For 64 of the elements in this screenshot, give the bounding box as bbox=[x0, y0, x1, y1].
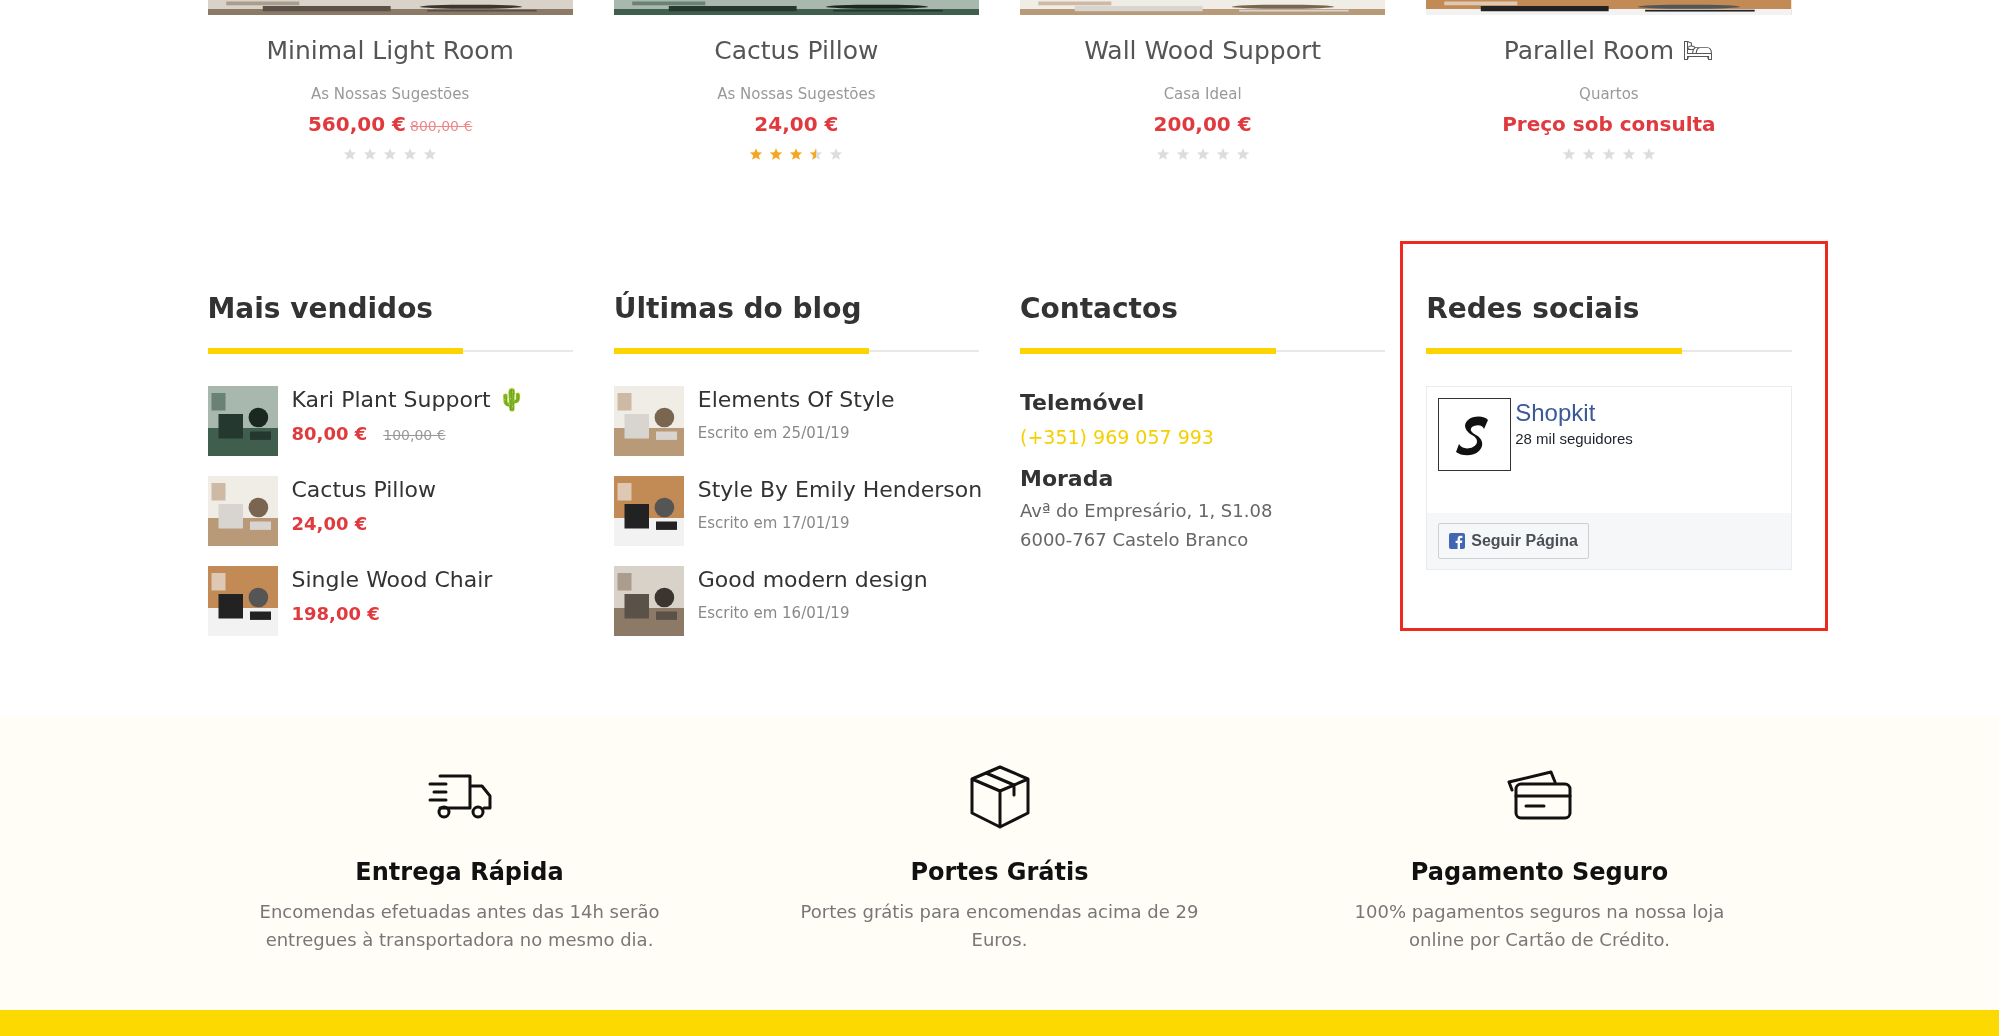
old-price: 100,00 € bbox=[383, 425, 446, 445]
feature-title: Pagamento Seguro bbox=[1410, 857, 1669, 888]
product-price: 198,00 € bbox=[291, 601, 380, 626]
product-name[interactable]: Minimal Light Room bbox=[266, 32, 514, 70]
star-icon bbox=[343, 147, 358, 161]
contact-label: Telemóvel bbox=[1020, 389, 1146, 417]
post-title[interactable]: Style By Emily Henderson bbox=[697, 476, 983, 504]
star-icon bbox=[1175, 147, 1190, 161]
star-icon bbox=[1641, 147, 1656, 161]
feature-description: Portes grátis para encomendas acima de 29 Euros. bbox=[799, 900, 1200, 952]
star-icon bbox=[363, 147, 378, 161]
star-icon bbox=[829, 147, 844, 161]
star-icon bbox=[1601, 147, 1616, 161]
star-icon bbox=[1235, 147, 1250, 161]
product-price: Preço sob consulta bbox=[1502, 111, 1716, 138]
star-icon bbox=[1155, 147, 1170, 161]
feature-title: Portes Grátis bbox=[910, 857, 1089, 888]
feature-description: 100% pagamentos seguros na nossa loja online por Cartão de Crédito. bbox=[1353, 900, 1726, 952]
post-date: Escrito em 17/01/19 bbox=[697, 512, 851, 534]
product-price: 200,00 € bbox=[1153, 111, 1252, 138]
post-date: Escrito em 16/01/19 bbox=[697, 602, 851, 624]
product-price: 24,00 € bbox=[291, 511, 368, 536]
star-icon bbox=[383, 147, 398, 161]
facebook-icon bbox=[1449, 533, 1466, 549]
product-name[interactable]: Kari Plant Support 🌵 bbox=[291, 386, 525, 414]
old-price: 800,00 € bbox=[410, 117, 473, 136]
star-icon bbox=[749, 147, 764, 161]
star-icon bbox=[423, 147, 438, 161]
product-name[interactable]: Parallel Room 🛏 bbox=[1503, 32, 1714, 70]
address-line: Avª do Empresário, 1, S1.08 bbox=[1020, 498, 1274, 523]
product-price: 24,00 € bbox=[754, 111, 839, 138]
star-icon bbox=[1581, 147, 1596, 161]
feature-description: Encomendas efetuadas antes das 14h serão entregues à transportadora no mesmo dia. bbox=[258, 900, 661, 952]
product-name[interactable]: Cactus Pillow bbox=[714, 32, 879, 70]
feature-title: Entrega Rápida bbox=[355, 857, 564, 888]
star-icon bbox=[809, 147, 824, 161]
star-icon bbox=[1621, 147, 1636, 161]
page-name-link[interactable]: Shopkit bbox=[1515, 398, 1633, 428]
product-category: Quartos bbox=[1579, 83, 1639, 105]
star-icon bbox=[1195, 147, 1210, 161]
post-title[interactable]: Good modern design bbox=[697, 566, 928, 594]
product-category: Casa Ideal bbox=[1163, 83, 1242, 105]
follower-count: 28 mil seguidores bbox=[1515, 429, 1633, 449]
star-icon bbox=[1561, 147, 1576, 161]
product-price: 560,00 € bbox=[307, 111, 406, 138]
product-name[interactable]: Cactus Pillow bbox=[291, 476, 437, 504]
section-heading: Redes sociais bbox=[1426, 291, 1641, 326]
contact-label: Morada bbox=[1020, 464, 1115, 493]
product-category: As Nossas Sugestões bbox=[717, 83, 876, 105]
product-price: 80,00 € bbox=[291, 421, 368, 446]
section-heading: Mais vendidos bbox=[207, 291, 435, 326]
star-icon bbox=[1215, 147, 1230, 161]
product-category: As Nossas Sugestões bbox=[310, 83, 470, 105]
follow-page-button[interactable]: Seguir Página bbox=[1438, 523, 1589, 559]
star-icon bbox=[789, 147, 804, 161]
star-icon bbox=[403, 147, 418, 161]
section-heading: Últimas do blog bbox=[613, 291, 863, 326]
product-name[interactable]: Single Wood Chair bbox=[291, 566, 493, 594]
star-icon bbox=[769, 147, 784, 161]
post-title[interactable]: Elements Of Style bbox=[697, 386, 895, 414]
product-name[interactable]: Wall Wood Support bbox=[1084, 32, 1321, 70]
section-heading: Contactos bbox=[1020, 291, 1179, 326]
post-date: Escrito em 25/01/19 bbox=[697, 422, 851, 444]
address-line: 6000-767 Castelo Branco bbox=[1020, 527, 1250, 552]
